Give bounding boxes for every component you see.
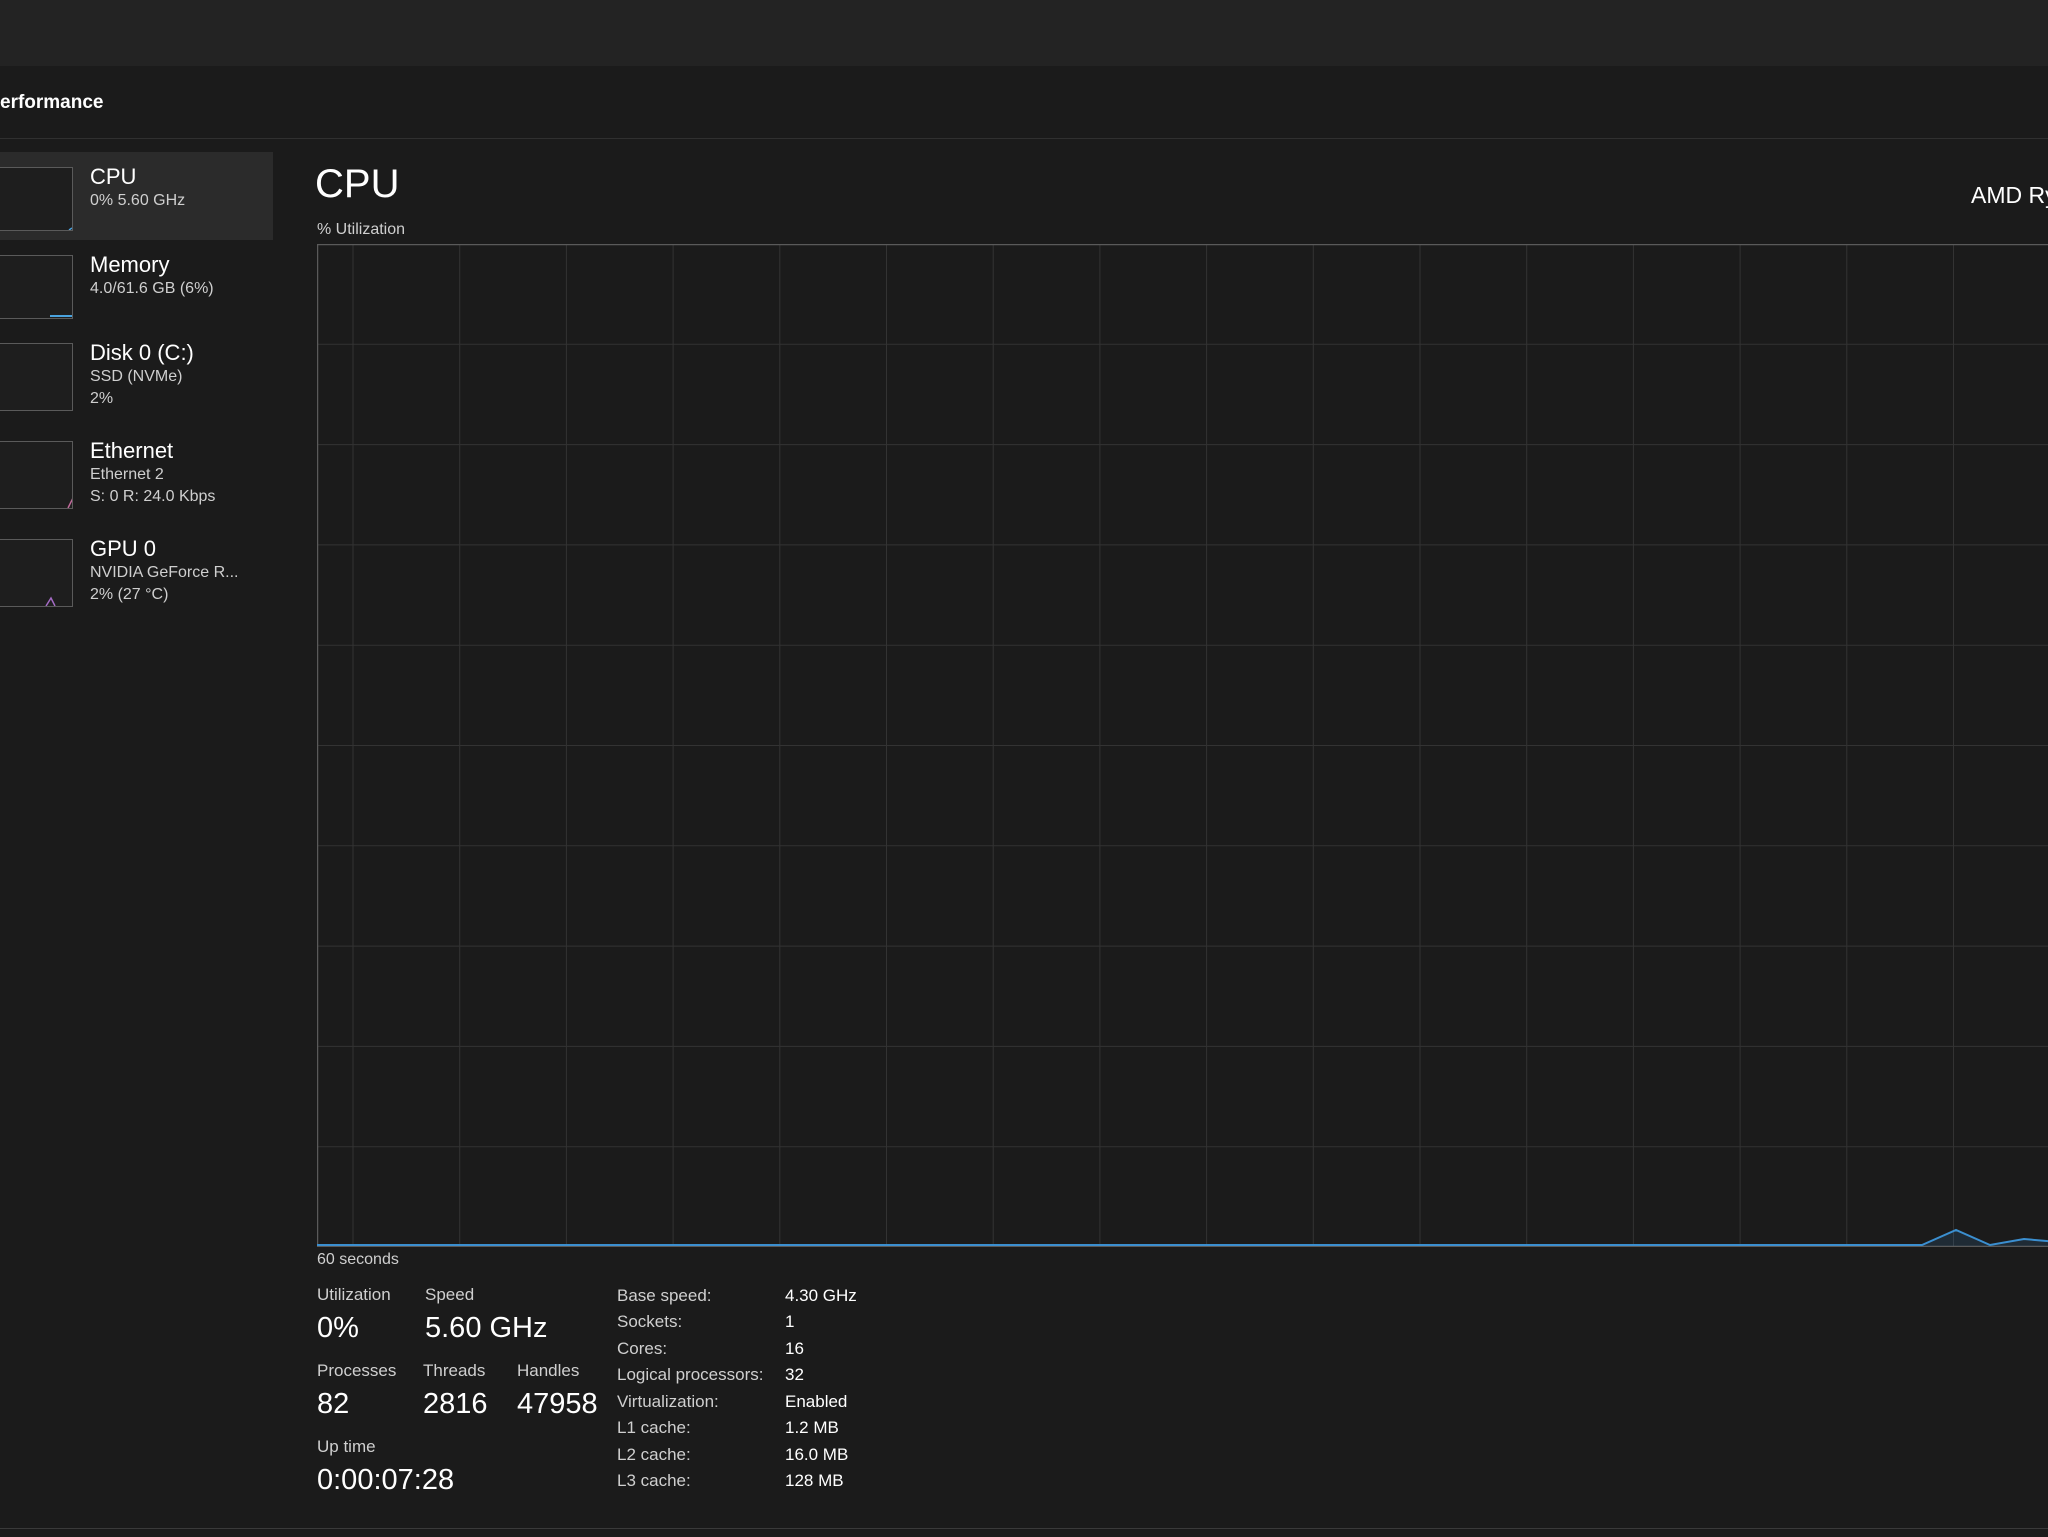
page-title: erformance [0, 92, 104, 114]
main-title: CPU [315, 162, 399, 207]
spec-key-virtualization: Virtualization: [617, 1392, 719, 1412]
disk-thumbnail [0, 343, 73, 411]
threads-label: Threads [423, 1361, 485, 1381]
graph-time-span: 60 seconds [317, 1251, 399, 1269]
handles-value: 47958 [517, 1388, 598, 1421]
sidebar-item-detail: SSD (NVMe) [90, 368, 182, 386]
uptime-value: 0:00:07:28 [317, 1464, 454, 1497]
sidebar-item-name: Ethernet [90, 438, 173, 464]
cpu-utilization-graph [317, 244, 2048, 1247]
sidebar-item-name: Disk 0 (C:) [90, 340, 194, 366]
sidebar-item-usage: 2% [90, 390, 113, 408]
memory-thumbnail [0, 255, 73, 319]
sidebar-item-name: GPU 0 [90, 536, 156, 562]
cpu-thumbnail [0, 167, 73, 231]
sidebar-item-name: Memory [90, 252, 169, 278]
spec-value-cores: 16 [785, 1339, 804, 1359]
utilization-label: Utilization [317, 1285, 391, 1305]
sidebar-item-detail: 0% 5.60 GHz [90, 192, 185, 210]
title-bar [0, 0, 2048, 66]
sidebar-item-ethernet[interactable]: Ethernet Ethernet 2 S: 0 R: 24.0 Kbps [0, 424, 273, 522]
cpu-model-name: AMD Ry [1971, 182, 2048, 209]
utilization-value: 0% [317, 1312, 359, 1345]
spec-value-virtualization: Enabled [785, 1392, 847, 1412]
sidebar-item-gpu[interactable]: GPU 0 NVIDIA GeForce R... 2% (27 °C) [0, 522, 273, 620]
performance-sidebar: CPU 0% 5.60 GHz Memory 4.0/61.6 GB (6%) … [0, 152, 273, 632]
spec-value-base-speed: 4.30 GHz [785, 1286, 857, 1306]
spec-value-l2-cache: 16.0 MB [785, 1445, 848, 1465]
speed-value: 5.60 GHz [425, 1312, 548, 1345]
spec-key-l3-cache: L3 cache: [617, 1471, 691, 1491]
spec-value-sockets: 1 [785, 1312, 794, 1332]
sidebar-item-detail: NVIDIA GeForce R... [90, 564, 238, 582]
spec-key-l2-cache: L2 cache: [617, 1445, 691, 1465]
sidebar-item-name: CPU [90, 164, 136, 190]
sidebar-item-cpu[interactable]: CPU 0% 5.60 GHz [0, 152, 273, 240]
spec-key-l1-cache: L1 cache: [617, 1418, 691, 1438]
cpu-utilization-area [317, 1230, 2048, 1246]
sidebar-item-disk[interactable]: Disk 0 (C:) SSD (NVMe) 2% [0, 328, 273, 424]
sidebar-item-memory[interactable]: Memory 4.0/61.6 GB (6%) [0, 240, 273, 328]
sidebar-item-detail: 4.0/61.6 GB (6%) [90, 280, 214, 298]
speed-label: Speed [425, 1285, 474, 1305]
spec-value-logical-processors: 32 [785, 1365, 804, 1385]
cpu-utilization-line [317, 1230, 2048, 1245]
graph-y-label: % Utilization [317, 221, 405, 239]
handles-label: Handles [517, 1361, 579, 1381]
ethernet-thumbnail [0, 441, 73, 509]
spec-key-sockets: Sockets: [617, 1312, 682, 1332]
sidebar-item-throughput: S: 0 R: 24.0 Kbps [90, 488, 215, 506]
threads-value: 2816 [423, 1388, 488, 1421]
page-header: erformance [0, 66, 2048, 139]
spec-value-l1-cache: 1.2 MB [785, 1418, 839, 1438]
processes-value: 82 [317, 1388, 349, 1421]
sidebar-item-detail: Ethernet 2 [90, 466, 164, 484]
spec-key-cores: Cores: [617, 1339, 667, 1359]
spec-value-l3-cache: 128 MB [785, 1471, 844, 1491]
sidebar-item-usage: 2% (27 °C) [90, 586, 168, 604]
spec-key-logical-processors: Logical processors: [617, 1365, 763, 1385]
processes-label: Processes [317, 1361, 396, 1381]
uptime-label: Up time [317, 1437, 376, 1457]
spec-key-base-speed: Base speed: [617, 1286, 712, 1306]
gpu-thumbnail [0, 539, 73, 607]
